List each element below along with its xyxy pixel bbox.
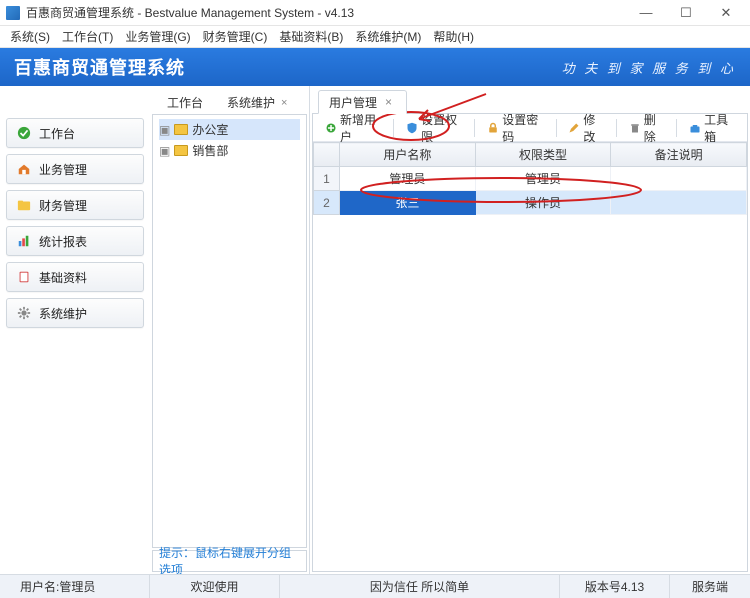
tree-label: 办公室: [192, 121, 228, 138]
app-title: 百惠商贸通管理系统: [14, 54, 185, 80]
tree-item[interactable]: ▣ 办公室: [159, 119, 300, 140]
edit-button[interactable]: 修改: [562, 117, 610, 139]
titlebar: 百惠商贸通管理系统 - Bestvalue Management System …: [0, 0, 750, 26]
left-nav: 工作台业务管理财务管理统计报表基础资料系统维护: [0, 86, 150, 574]
status-version: 版本号4.13: [560, 575, 670, 598]
folder-icon: [174, 145, 188, 156]
row-number: 1: [314, 167, 340, 191]
menu-item[interactable]: 帮助(H): [427, 26, 480, 47]
nav-house[interactable]: 业务管理: [6, 154, 144, 184]
menu-item[interactable]: 系统(S): [4, 26, 56, 47]
nav-label: 系统维护: [39, 305, 87, 322]
toolbar: 新增用户设置权限设置密码修改删除工具箱: [313, 114, 747, 142]
table-cell[interactable]: 操作员: [475, 191, 611, 215]
close-icon[interactable]: ×: [281, 97, 287, 109]
separator: [474, 119, 475, 137]
table-cell[interactable]: 管理员: [340, 167, 476, 191]
nav-check[interactable]: 工作台: [6, 118, 144, 148]
separator: [393, 119, 394, 137]
set-permission-button[interactable]: 设置权限: [400, 117, 468, 139]
tree-item[interactable]: ▣ 销售部: [159, 140, 300, 161]
table-row[interactable]: 2张三操作员: [314, 191, 747, 215]
center-panel: 工作台系统维护× ▣ 办公室 ▣ 销售部 提示：鼠标右键展开分组选项: [150, 86, 310, 574]
status-tagline: 因为信任 所以简单: [280, 575, 560, 598]
column-header[interactable]: 权限类型: [475, 143, 611, 167]
separator: [556, 119, 557, 137]
nav-label: 统计报表: [39, 233, 87, 250]
center-tab[interactable]: 系统维护×: [216, 90, 298, 114]
menu-item[interactable]: 业务管理(G): [119, 26, 196, 47]
status-bar: 用户名:管理员 欢迎使用 因为信任 所以简单 版本号4.13 服务端: [0, 574, 750, 598]
row-number: 2: [314, 191, 340, 215]
toolbar-label: 修改: [583, 111, 604, 145]
minimize-button[interactable]: —: [626, 1, 666, 25]
status-user: 用户名:管理员: [0, 575, 150, 598]
right-panel: 用户管理× 新增用户设置权限设置密码修改删除工具箱 用户名称权限类型备注说明1管…: [310, 86, 750, 574]
toolbar-label: 新增用户: [340, 111, 381, 145]
toolbar-label: 删除: [644, 111, 665, 145]
status-edition: 服务端: [670, 575, 750, 598]
table-cell[interactable]: 张三: [340, 191, 476, 215]
set-password-button[interactable]: 设置密码: [481, 117, 549, 139]
toolbox-button[interactable]: 工具箱: [683, 117, 741, 139]
status-welcome: 欢迎使用: [150, 575, 280, 598]
toolbar-label: 工具箱: [704, 111, 735, 145]
tree-hint: 提示：鼠标右键展开分组选项: [152, 550, 307, 572]
column-header[interactable]: 备注说明: [611, 143, 747, 167]
expand-icon[interactable]: ▣: [159, 144, 170, 158]
expand-icon[interactable]: ▣: [159, 123, 170, 137]
app-icon: [6, 6, 20, 20]
app-slogan: 功 夫 到 家 服 务 到 心: [562, 58, 736, 77]
nav-gear[interactable]: 系统维护: [6, 298, 144, 328]
maximize-button[interactable]: ☐: [666, 1, 706, 25]
row-header-col: [314, 143, 340, 167]
nav-label: 工作台: [39, 125, 75, 142]
table-row[interactable]: 1管理员管理员: [314, 167, 747, 191]
banner: 百惠商贸通管理系统 功 夫 到 家 服 务 到 心: [0, 48, 750, 86]
center-tab[interactable]: 工作台: [156, 90, 214, 114]
nav-book[interactable]: 基础资料: [6, 262, 144, 292]
separator: [676, 119, 677, 137]
table-cell[interactable]: [611, 167, 747, 191]
menu-item[interactable]: 基础资料(B): [273, 26, 349, 47]
delete-button[interactable]: 删除: [623, 117, 671, 139]
nav-label: 基础资料: [39, 269, 87, 286]
toolbar-label: 设置密码: [502, 111, 543, 145]
menu-item[interactable]: 工作台(T): [56, 26, 119, 47]
menu-item[interactable]: 系统维护(M): [349, 26, 427, 47]
table-cell[interactable]: [611, 191, 747, 215]
column-header[interactable]: 用户名称: [340, 143, 476, 167]
menu-bar: 系统(S)工作台(T)业务管理(G)财务管理(C)基础资料(B)系统维护(M)帮…: [0, 26, 750, 48]
window-title: 百惠商贸通管理系统 - Bestvalue Management System …: [26, 4, 626, 21]
separator: [616, 119, 617, 137]
nav-folder[interactable]: 财务管理: [6, 190, 144, 220]
right-tab[interactable]: 用户管理×: [318, 90, 407, 114]
center-tabs: 工作台系统维护×: [150, 86, 309, 114]
menu-item[interactable]: 财务管理(C): [197, 26, 274, 47]
tree-label: 销售部: [192, 142, 228, 159]
user-grid[interactable]: 用户名称权限类型备注说明1管理员管理员2张三操作员: [313, 142, 747, 571]
toolbar-label: 设置权限: [421, 111, 462, 145]
nav-label: 业务管理: [39, 161, 87, 178]
department-tree[interactable]: ▣ 办公室 ▣ 销售部: [152, 114, 307, 548]
nav-chart[interactable]: 统计报表: [6, 226, 144, 256]
table-cell[interactable]: 管理员: [475, 167, 611, 191]
close-icon[interactable]: ×: [385, 95, 392, 109]
close-button[interactable]: ✕: [706, 1, 746, 25]
nav-label: 财务管理: [39, 197, 87, 214]
folder-icon: [174, 124, 188, 135]
add-user-button[interactable]: 新增用户: [319, 117, 387, 139]
